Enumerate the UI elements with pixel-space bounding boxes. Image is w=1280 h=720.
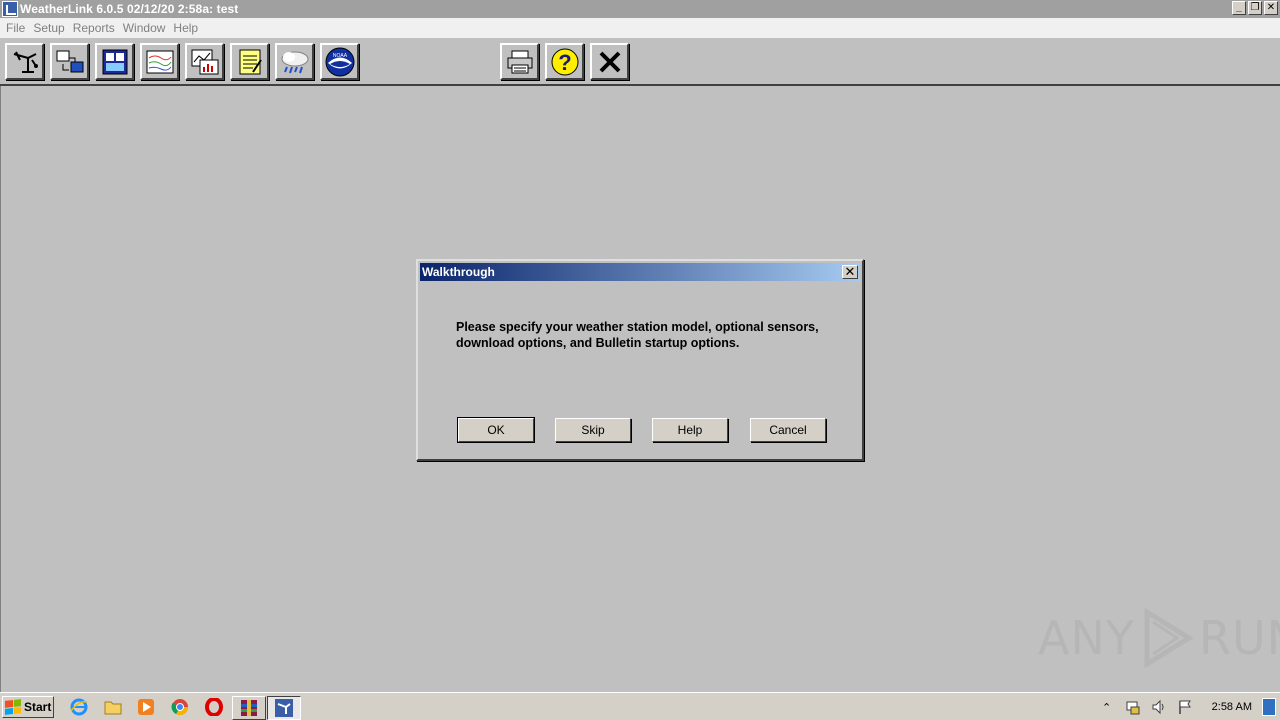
- bulletin-icon: [102, 49, 127, 74]
- station-icon: [13, 51, 38, 73]
- chart-button[interactable]: [185, 43, 224, 80]
- opera-icon: [205, 698, 223, 716]
- taskbar: Start ⌃ 2:58 AM: [0, 692, 1280, 720]
- menu-reports[interactable]: Reports: [71, 21, 121, 35]
- plot-icon: [146, 50, 173, 73]
- print-button[interactable]: [500, 43, 539, 80]
- help-icon: ?: [551, 48, 578, 75]
- dialog-close-button[interactable]: ✕: [842, 265, 858, 279]
- winrar-taskbar-button[interactable]: [232, 696, 266, 720]
- window-title: WeatherLink 6.0.5 02/12/20 2:58a: test: [20, 2, 239, 16]
- noaa-label: NOAA: [332, 53, 347, 59]
- action-center-tray-icon[interactable]: [1177, 699, 1193, 715]
- network-tray-icon[interactable]: [1125, 699, 1141, 715]
- flag-icon: [1178, 700, 1191, 714]
- chrome-icon: [171, 699, 189, 716]
- toolbar: NOAA ?: [0, 38, 1280, 86]
- cancel-button[interactable]: Cancel: [750, 418, 826, 442]
- watermark-left: ANY: [1038, 611, 1135, 665]
- weatherlink-taskbar-button[interactable]: [267, 696, 301, 720]
- window-controls: _ ❐ ✕: [1232, 1, 1278, 15]
- winrar-icon: [241, 700, 257, 716]
- download-icon: [56, 50, 83, 72]
- start-button[interactable]: Start: [2, 696, 54, 718]
- volume-tray-icon[interactable]: [1151, 699, 1167, 715]
- system-tray: ⌃ 2:58 AM: [1094, 694, 1280, 720]
- menu-file[interactable]: File: [4, 21, 31, 35]
- bulletin-button[interactable]: [95, 43, 134, 80]
- show-desktop-button[interactable]: [1262, 698, 1276, 716]
- menu-window[interactable]: Window: [121, 21, 172, 35]
- close-icon: ✕: [844, 264, 856, 279]
- chart-icon: [191, 49, 218, 74]
- notes-button[interactable]: [230, 43, 269, 80]
- app-icon: [2, 1, 18, 17]
- minimize-button[interactable]: _: [1232, 1, 1246, 15]
- ie-taskbar-icon[interactable]: [69, 697, 89, 717]
- anyrun-watermark: ANY RUN: [1038, 606, 1280, 670]
- dialog-message: Please specify your weather station mode…: [456, 320, 819, 350]
- taskbar-clock[interactable]: 2:58 AM: [1212, 701, 1252, 713]
- window-title-bar: WeatherLink 6.0.5 02/12/20 2:58a: test _…: [0, 0, 1280, 18]
- media-player-taskbar-icon[interactable]: [136, 697, 156, 717]
- opera-taskbar-icon[interactable]: [204, 697, 224, 717]
- download-button[interactable]: [50, 43, 89, 80]
- close-button[interactable]: ✕: [1264, 1, 1278, 15]
- network-icon: [1126, 701, 1140, 715]
- windows-logo-icon: [5, 699, 21, 715]
- dialog-title-bar: Walkthrough ✕: [420, 263, 860, 281]
- help-icon-glyph: ?: [558, 50, 571, 75]
- exit-button[interactable]: [590, 43, 629, 80]
- start-label: Start: [24, 700, 52, 714]
- dialog-help-button[interactable]: Help: [652, 418, 728, 442]
- media-player-icon: [138, 699, 154, 715]
- ok-button[interactable]: OK: [457, 417, 535, 443]
- menu-setup[interactable]: Setup: [31, 21, 70, 35]
- chevron-up-icon: ⌃: [1102, 701, 1112, 714]
- menu-bar: File Setup Reports Window Help: [0, 18, 1280, 38]
- menu-help[interactable]: Help: [171, 21, 204, 35]
- show-hidden-icons-button[interactable]: ⌃: [1099, 699, 1115, 715]
- play-logo-icon: [1144, 608, 1194, 668]
- help-button[interactable]: ?: [545, 43, 584, 80]
- station-button[interactable]: [5, 43, 44, 80]
- skip-button[interactable]: Skip: [555, 418, 631, 442]
- rain-cloud-button[interactable]: [275, 43, 314, 80]
- exit-icon: [599, 51, 620, 72]
- plot-button[interactable]: [140, 43, 179, 80]
- notes-icon: [239, 49, 262, 74]
- weatherlink-icon: [275, 699, 293, 717]
- speaker-icon: [1152, 699, 1164, 715]
- chrome-taskbar-icon[interactable]: [170, 697, 190, 717]
- dialog-title: Walkthrough: [422, 265, 495, 279]
- internet-explorer-icon: [70, 698, 88, 716]
- rain-cloud-icon: [281, 51, 308, 73]
- walkthrough-dialog: Walkthrough ✕ Please specify your weathe…: [416, 259, 864, 461]
- watermark-right: RUN: [1198, 611, 1280, 665]
- printer-icon: [507, 50, 532, 73]
- noaa-button[interactable]: NOAA: [320, 43, 359, 80]
- folder-icon: [104, 701, 122, 715]
- restore-button[interactable]: ❐: [1248, 1, 1262, 15]
- noaa-icon: NOAA: [325, 47, 354, 76]
- explorer-taskbar-icon[interactable]: [103, 697, 123, 717]
